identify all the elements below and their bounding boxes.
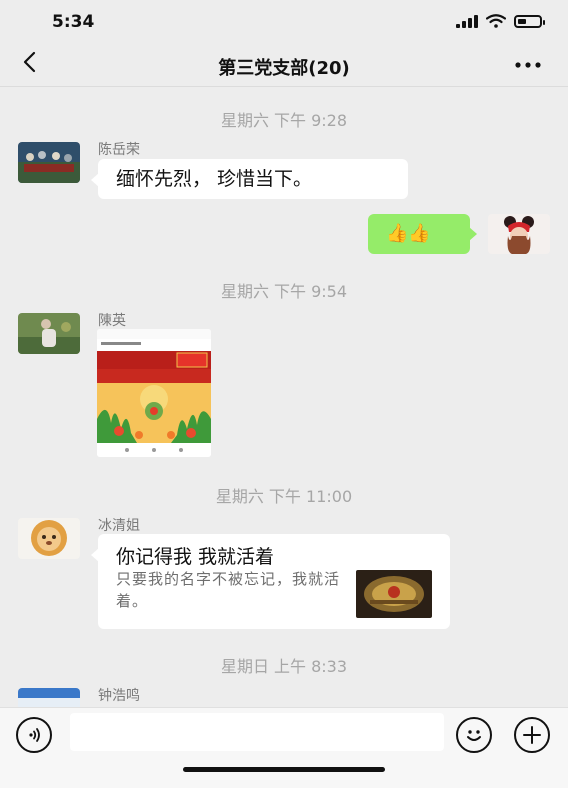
sender-name: 冰清姐 — [98, 518, 140, 534]
avatar[interactable] — [18, 142, 80, 183]
message-bubble[interactable]: 缅怀先烈， 珍惜当下。 — [91, 159, 408, 199]
avatar[interactable] — [18, 688, 80, 707]
chat-title: 第三党支部(20) — [218, 58, 350, 79]
plus-icon[interactable] — [514, 717, 550, 753]
time-separator: 星期六 下午 9:54 — [220, 282, 348, 301]
status-bar: 5:34 — [0, 0, 568, 44]
emoji-icon[interactable] — [456, 717, 492, 753]
sender-name: 钟浩鸣 — [98, 688, 140, 704]
self-avatar[interactable] — [488, 214, 550, 254]
message-input[interactable] — [70, 713, 444, 751]
avatar[interactable] — [18, 518, 80, 559]
avatar[interactable] — [18, 313, 80, 354]
time-separator: 星期日 上午 8:33 — [220, 657, 348, 676]
signal-icon — [456, 14, 478, 28]
status-icons — [456, 14, 545, 28]
voice-icon[interactable] — [16, 717, 52, 753]
status-time: 5:34 — [52, 12, 95, 32]
time-separator: 星期六 下午 9:28 — [220, 111, 348, 130]
message-text: 👍👍 — [386, 223, 431, 244]
chat-area[interactable]: 星期六 下午 9:28 陈岳荣 缅怀先烈， 珍惜当下。 👍👍 星期六 下午 9:… — [0, 87, 568, 707]
sender-name: 陈岳荣 — [98, 142, 140, 158]
sender-name: 陳英 — [98, 313, 126, 329]
message-text: 缅怀先烈， 珍惜当下。 — [116, 168, 313, 190]
time-separator: 星期六 下午 11:00 — [215, 487, 353, 506]
input-bar — [0, 707, 568, 788]
more-icon[interactable] — [514, 50, 542, 75]
battery-icon — [514, 14, 545, 28]
link-card[interactable]: 你记得我 我就活着 只要我的名字不被忘记，我就活着。 — [91, 534, 450, 629]
wifi-icon — [486, 14, 506, 28]
nav-bar: 第三党支部(20) — [0, 44, 568, 87]
link-card-thumbnail — [356, 570, 432, 618]
link-card-description: 只要我的名字不被忘记，我就活着。 — [116, 570, 341, 610]
home-indicator — [183, 767, 385, 772]
self-message-bubble[interactable]: 👍👍 — [368, 214, 477, 254]
link-card-title: 你记得我 我就活着 — [116, 546, 275, 568]
image-message[interactable] — [97, 329, 211, 457]
